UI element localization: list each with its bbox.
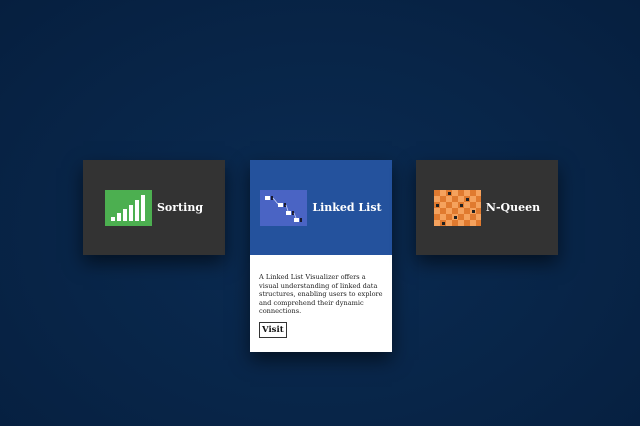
card-description: A Linked List Visualizer offers a visual… <box>259 273 383 316</box>
visit-button[interactable]: Visit <box>259 321 287 338</box>
card-title: N-Queen <box>485 201 541 214</box>
bar-chart-icon <box>104 189 152 226</box>
linked-list-icon <box>260 189 308 226</box>
card-title: Linked List <box>312 201 382 214</box>
card-linked-list-body: A Linked List Visualizer offers a visual… <box>250 255 392 352</box>
card-n-queen-header[interactable]: N-Queen <box>416 160 558 255</box>
card-title: Sorting <box>156 201 204 214</box>
card-linked-list-header[interactable]: Linked List <box>250 160 392 255</box>
card-linked-list[interactable]: Linked List A Linked List Visualizer off… <box>250 160 392 352</box>
card-sorting[interactable]: Sorting <box>83 160 225 255</box>
card-n-queen[interactable]: N-Queen <box>416 160 558 255</box>
chessboard-icon <box>433 189 481 226</box>
card-sorting-header[interactable]: Sorting <box>83 160 225 255</box>
